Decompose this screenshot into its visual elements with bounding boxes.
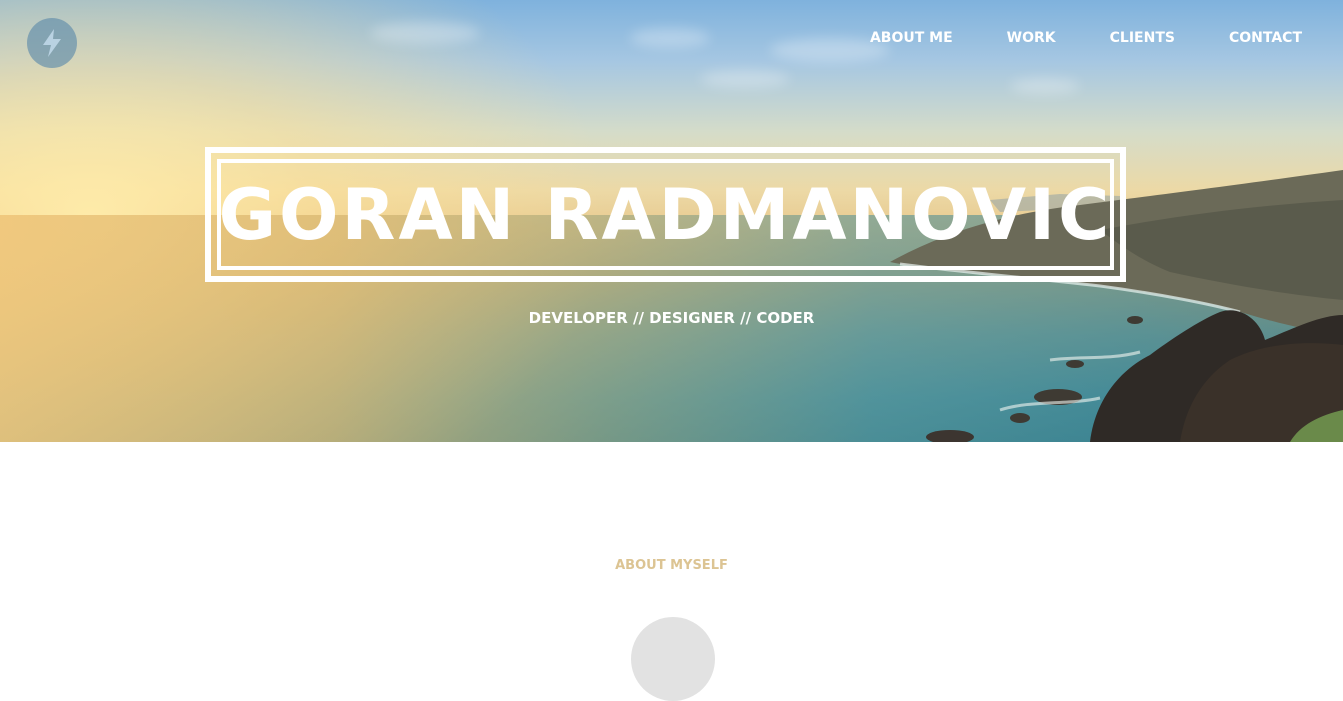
lightning-bolt-icon [43, 29, 61, 57]
nav-clients[interactable]: CLIENTS [1110, 29, 1175, 47]
nav-contact[interactable]: CONTACT [1229, 29, 1302, 47]
avatar [631, 617, 715, 701]
main-navigation: ABOUT ME WORK CLIENTS CONTACT [816, 29, 1302, 47]
hero-banner: ABOUT ME WORK CLIENTS CONTACT GORAN RADM… [0, 0, 1343, 442]
page-subtitle: DEVELOPER // DESIGNER // CODER [528, 309, 815, 327]
logo[interactable] [27, 18, 77, 68]
nav-about-me[interactable]: ABOUT ME [870, 29, 953, 47]
title-frame: GORAN RADMANOVIC [205, 147, 1126, 282]
nav-work[interactable]: WORK [1007, 29, 1056, 47]
page-title: GORAN RADMANOVIC [218, 173, 1113, 256]
about-section-heading: ABOUT MYSELF [615, 558, 728, 573]
